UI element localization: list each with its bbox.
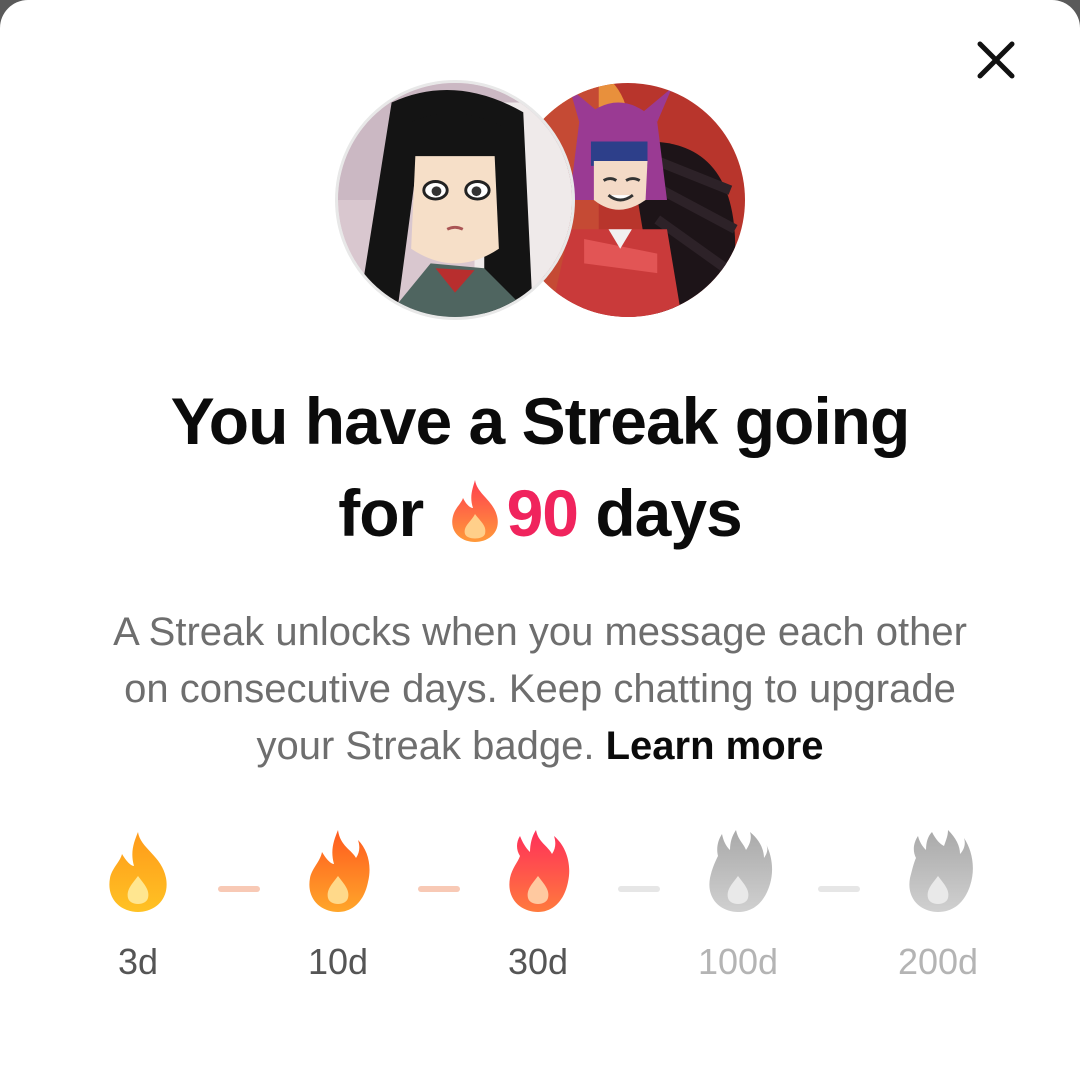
title-line-1: You have a Streak going (170, 384, 911, 458)
fire-200d-locked-icon (909, 830, 973, 912)
fire-100d-locked-icon (709, 830, 773, 912)
milestone-connector (418, 886, 460, 892)
learn-more-link[interactable]: Learn more (606, 724, 824, 768)
milestone-connector (818, 886, 860, 892)
milestone-label: 30d (507, 941, 569, 982)
fire-icon (451, 480, 498, 542)
milestone-100d: 100d (678, 828, 798, 982)
milestone-10d: 10d (278, 828, 398, 982)
fire-10d-icon (309, 830, 370, 912)
milestone-200d: 200d (878, 828, 998, 982)
fire-30d-icon (509, 830, 570, 912)
milestone-connector (218, 886, 260, 892)
streak-title: You have a Streak going for 90 days (0, 375, 1080, 559)
milestone-label: 10d (307, 941, 369, 982)
milestone-label: 100d (697, 941, 779, 982)
milestone-label: 200d (897, 941, 979, 982)
streak-description: A Streak unlocks when you message each o… (90, 604, 990, 775)
avatar-image (338, 83, 572, 317)
milestone-3d: 3d (78, 828, 198, 982)
streak-milestones: 3d 10d 30d 100d 200d (0, 828, 1080, 998)
streak-dialog: You have a Streak going for 90 days A St… (0, 0, 1080, 1077)
milestone-30d: 30d (478, 828, 598, 982)
title-days: days (595, 476, 742, 550)
fire-3d-icon (109, 832, 167, 912)
title-line-2: for 90 days (0, 467, 1080, 559)
milestone-label: 3d (117, 941, 159, 982)
participants-avatars (0, 0, 1080, 340)
milestone-connector (618, 886, 660, 892)
description-text: A Streak unlocks when you message each o… (113, 610, 967, 768)
streak-count: 90 (506, 476, 579, 550)
title-for: for (338, 476, 424, 550)
avatar[interactable] (335, 80, 575, 320)
